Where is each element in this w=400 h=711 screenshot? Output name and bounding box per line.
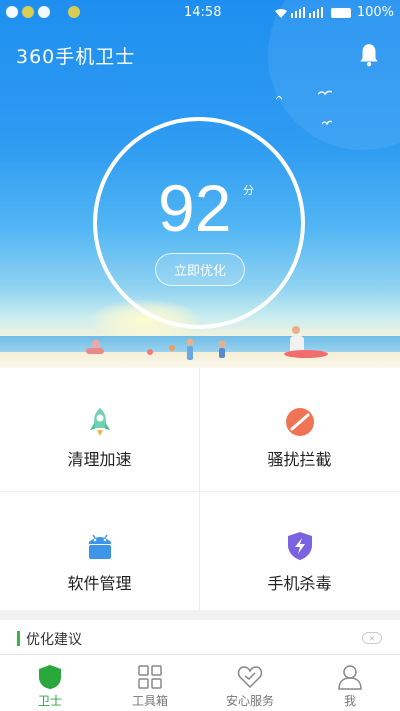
feature-antivirus[interactable]: 手机杀毒: [200, 492, 399, 612]
tab-service[interactable]: 安心服务: [200, 655, 300, 711]
tab-toolbox[interactable]: 工具箱: [100, 655, 200, 711]
battery-icon: [330, 7, 351, 18]
feature-label: 骚扰拦截: [267, 450, 332, 469]
android-icon: [88, 534, 111, 559]
bottom-tab-bar: 卫士 工具箱 安心服务 我: [0, 654, 400, 711]
bird-icon: [322, 120, 332, 126]
close-icon[interactable]: ×: [362, 632, 382, 644]
feature-label: 软件管理: [67, 574, 132, 593]
notification-icon: [68, 6, 80, 18]
status-bar: 14:58 100%: [0, 0, 400, 26]
feature-cleanup[interactable]: 清理加速: [0, 368, 199, 488]
status-right: 100%: [273, 5, 394, 20]
shield-icon: [39, 665, 61, 689]
eye-icon: [38, 6, 50, 18]
tab-label: 我: [343, 694, 356, 708]
heart-icon: [237, 666, 263, 689]
hero-banner: 14:58 100% 360手机卫士 92 分 立即优化: [0, 0, 400, 368]
app-title: 360手机卫士: [16, 46, 136, 68]
notification-icons: [6, 6, 80, 18]
bird-icon: [318, 90, 332, 96]
score-unit: 分: [243, 184, 254, 197]
tab-me[interactable]: 我: [300, 655, 400, 711]
notification-icon: [6, 6, 18, 18]
tab-label: 卫士: [37, 694, 62, 708]
suggestion-title: 优化建议: [26, 632, 82, 648]
signal-icon: [274, 6, 323, 18]
section-marker: [17, 631, 20, 646]
tab-label: 工具箱: [131, 694, 168, 708]
tab-guard[interactable]: 卫士: [0, 655, 100, 711]
bird-icon: [276, 96, 282, 100]
rocket-icon: [89, 408, 110, 436]
tab-label: 安心服务: [225, 694, 274, 708]
feature-label: 手机杀毒: [267, 574, 332, 593]
feature-harassment-block[interactable]: 骚扰拦截: [200, 368, 399, 488]
notification-icon: [22, 6, 34, 18]
optimize-button[interactable]: 立即优化: [155, 253, 245, 286]
grid-divider: [199, 368, 200, 610]
status-time: 14:58: [184, 5, 222, 20]
feature-grid: 清理加速 骚扰拦截 软件管理 手机杀毒: [0, 368, 400, 610]
feature-app-manager[interactable]: 软件管理: [0, 492, 199, 612]
block-icon: [285, 408, 314, 436]
suggestion-header: 优化建议 ×: [0, 620, 400, 654]
grid-divider: [0, 491, 400, 492]
shield-bolt-icon: [287, 532, 312, 560]
grid-icon: [138, 665, 162, 689]
battery-percent: 100%: [356, 5, 394, 20]
health-score: 92: [158, 171, 232, 245]
user-icon: [338, 665, 362, 690]
feature-label: 清理加速: [67, 450, 132, 469]
bell-icon[interactable]: [356, 42, 382, 68]
